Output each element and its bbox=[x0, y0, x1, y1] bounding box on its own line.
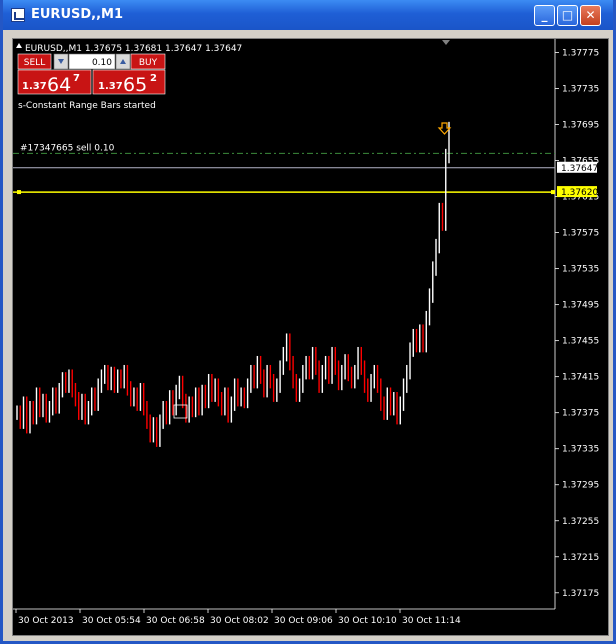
close-button[interactable]: ✕ bbox=[580, 5, 601, 26]
chart-header-text: EURUSD,,M1 1.37675 1.37681 1.37647 1.376… bbox=[25, 44, 242, 54]
y-tick-label: 1.37455 bbox=[562, 337, 599, 347]
expert-status-text: s-Constant Range Bars started bbox=[18, 101, 156, 111]
lot-size-value: 0.10 bbox=[92, 58, 112, 68]
x-tick-label: 30 Oct 10:10 bbox=[338, 616, 397, 626]
price-chart-area[interactable]: EURUSD,,M1 1.37675 1.37681 1.37647 1.376… bbox=[12, 38, 609, 636]
y-tick-label: 1.37375 bbox=[562, 409, 599, 419]
order-line-label: #17347665 sell 0.10 bbox=[20, 143, 115, 153]
one-click-trading-panel: SELL 0.10 BUY 1.37 64 7 1.37 65 2 bbox=[17, 53, 166, 96]
y-tick-label: 1.37255 bbox=[562, 517, 599, 527]
sell-button-label: SELL bbox=[24, 58, 45, 68]
y-tick-label: 1.37295 bbox=[562, 481, 599, 491]
buy-price-big: 65 bbox=[123, 74, 147, 96]
triangle-up-icon bbox=[16, 43, 22, 48]
y-tick-label: 1.37175 bbox=[562, 589, 599, 599]
buy-price-sup: 2 bbox=[150, 73, 157, 84]
y-tick-label: 1.37535 bbox=[562, 265, 599, 275]
minimize-button[interactable]: _ bbox=[534, 5, 555, 26]
x-tick-label: 30 Oct 11:14 bbox=[402, 616, 461, 626]
x-tick-label: 30 Oct 06:58 bbox=[146, 616, 205, 626]
chart-shift-marker[interactable] bbox=[442, 40, 450, 45]
bid-price-tag-text: 1.37647 bbox=[561, 164, 598, 174]
chart-window-icon bbox=[11, 8, 25, 22]
line-price-tag-text: 1.37620 bbox=[561, 188, 598, 198]
y-tick-label: 1.37775 bbox=[562, 49, 599, 59]
title-bar[interactable]: EURUSD,,M1 _ □ ✕ bbox=[3, 0, 613, 30]
y-tick-label: 1.37695 bbox=[562, 121, 599, 131]
price-axis: 1.377751.377351.376951.376551.376151.375… bbox=[555, 49, 599, 599]
line-handle-right[interactable] bbox=[551, 190, 555, 195]
x-tick-label: 30 Oct 2013 bbox=[18, 616, 74, 626]
price-bars bbox=[16, 121, 450, 447]
buy-button-label: BUY bbox=[139, 58, 158, 68]
sell-price-sup: 7 bbox=[73, 73, 80, 84]
sell-price-prefix: 1.37 bbox=[22, 81, 47, 92]
line-handle-left[interactable] bbox=[17, 190, 21, 195]
y-tick-label: 1.37415 bbox=[562, 373, 599, 383]
x-tick-label: 30 Oct 09:06 bbox=[274, 616, 333, 626]
y-tick-label: 1.37735 bbox=[562, 85, 599, 95]
time-axis: 30 Oct 2013 30 Oct 05:54 30 Oct 06:58 30 Oc… bbox=[15, 609, 461, 626]
x-tick-label: 30 Oct 05:54 bbox=[82, 616, 141, 626]
terminal-window: EURUSD,,M1 _ □ ✕ EURUSD,,M1 1.37675 1.37… bbox=[0, 0, 616, 644]
y-tick-label: 1.37495 bbox=[562, 301, 599, 311]
x-tick-label: 30 Oct 08:02 bbox=[210, 616, 269, 626]
maximize-button[interactable]: □ bbox=[557, 5, 578, 26]
y-tick-label: 1.37215 bbox=[562, 553, 599, 563]
window-title: EURUSD,,M1 bbox=[31, 7, 124, 22]
price-chart[interactable]: EURUSD,,M1 1.37675 1.37681 1.37647 1.376… bbox=[13, 39, 608, 635]
y-tick-label: 1.37335 bbox=[562, 445, 599, 455]
sell-price-big: 64 bbox=[47, 74, 71, 96]
buy-price-prefix: 1.37 bbox=[98, 81, 123, 92]
y-tick-label: 1.37575 bbox=[562, 229, 599, 239]
